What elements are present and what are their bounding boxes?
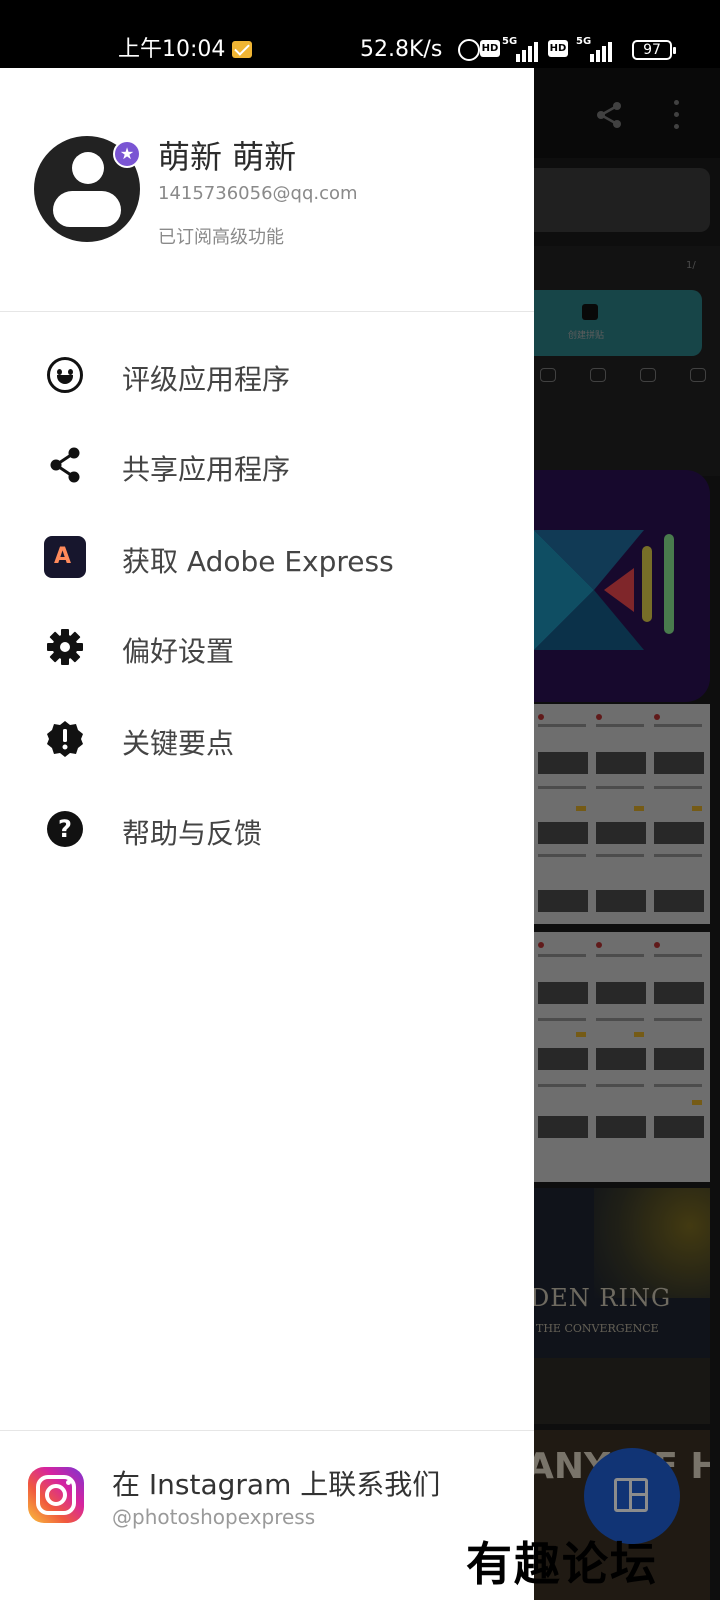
instagram-handle: @photoshopexpress: [112, 1505, 316, 1529]
gear-icon: [47, 629, 83, 665]
menu-label: 关键要点: [122, 727, 235, 760]
adobe-express-icon: A: [44, 536, 86, 578]
menu-item-get-adobe-express[interactable]: A 获取 Adobe Express: [0, 512, 534, 604]
alarm-icon: [458, 39, 480, 61]
signal-icon: [502, 38, 542, 62]
status-bar: 上午10:04 52.8K/s HD 5G HD 5G 97: [0, 0, 720, 68]
smile-icon: [44, 354, 86, 396]
menu-item-rate-app[interactable]: 评级应用程序: [0, 330, 534, 422]
status-time: 上午10:04: [118, 37, 226, 62]
battery-icon: 97: [632, 40, 676, 60]
watermark: 有趣论坛: [466, 1537, 658, 1591]
instagram-icon: [28, 1467, 84, 1523]
user-email: 1415736056@qq.com: [158, 183, 358, 204]
signal-icon: [576, 38, 616, 62]
profile-header[interactable]: ★ 萌新 萌新 1415736056@qq.com 已订阅高级功能: [0, 68, 534, 312]
menu-item-share-app[interactable]: 共享应用程序: [0, 420, 534, 512]
menu-label: 共享应用程序: [122, 453, 291, 486]
menu-item-key-points[interactable]: 关键要点: [0, 694, 534, 786]
network-speed: 52.8K/s: [360, 37, 443, 62]
hd-icon: HD: [548, 40, 568, 57]
premium-star-icon: ★: [113, 140, 141, 168]
menu-label: 评级应用程序: [122, 363, 291, 396]
subscription-status: 已订阅高级功能: [158, 227, 284, 248]
hd-icon: HD: [480, 40, 500, 57]
user-name: 萌新 萌新: [158, 138, 297, 176]
instagram-contact[interactable]: 在 Instagram 上联系我们 @photoshopexpress: [0, 1430, 534, 1600]
menu-item-help-feedback[interactable]: ? 帮助与反馈: [0, 784, 534, 876]
share-icon: [50, 447, 80, 483]
menu-label: 获取 Adobe Express: [122, 545, 394, 578]
menu-item-preferences[interactable]: 偏好设置: [0, 602, 534, 694]
drawer-scrim[interactable]: [534, 68, 720, 1600]
menu-label: 帮助与反馈: [122, 817, 263, 850]
avatar-head-shape: [72, 152, 104, 184]
instagram-title: 在 Instagram 上联系我们: [112, 1468, 441, 1501]
navigation-drawer: ★ 萌新 萌新 1415736056@qq.com 已订阅高级功能 评级应用程序…: [0, 68, 534, 1600]
alert-badge-icon: [47, 721, 83, 757]
help-icon: ?: [44, 808, 86, 850]
avatar-body-shape: [53, 191, 121, 227]
menu-label: 偏好设置: [122, 635, 235, 668]
mail-notification-icon: [232, 41, 252, 58]
